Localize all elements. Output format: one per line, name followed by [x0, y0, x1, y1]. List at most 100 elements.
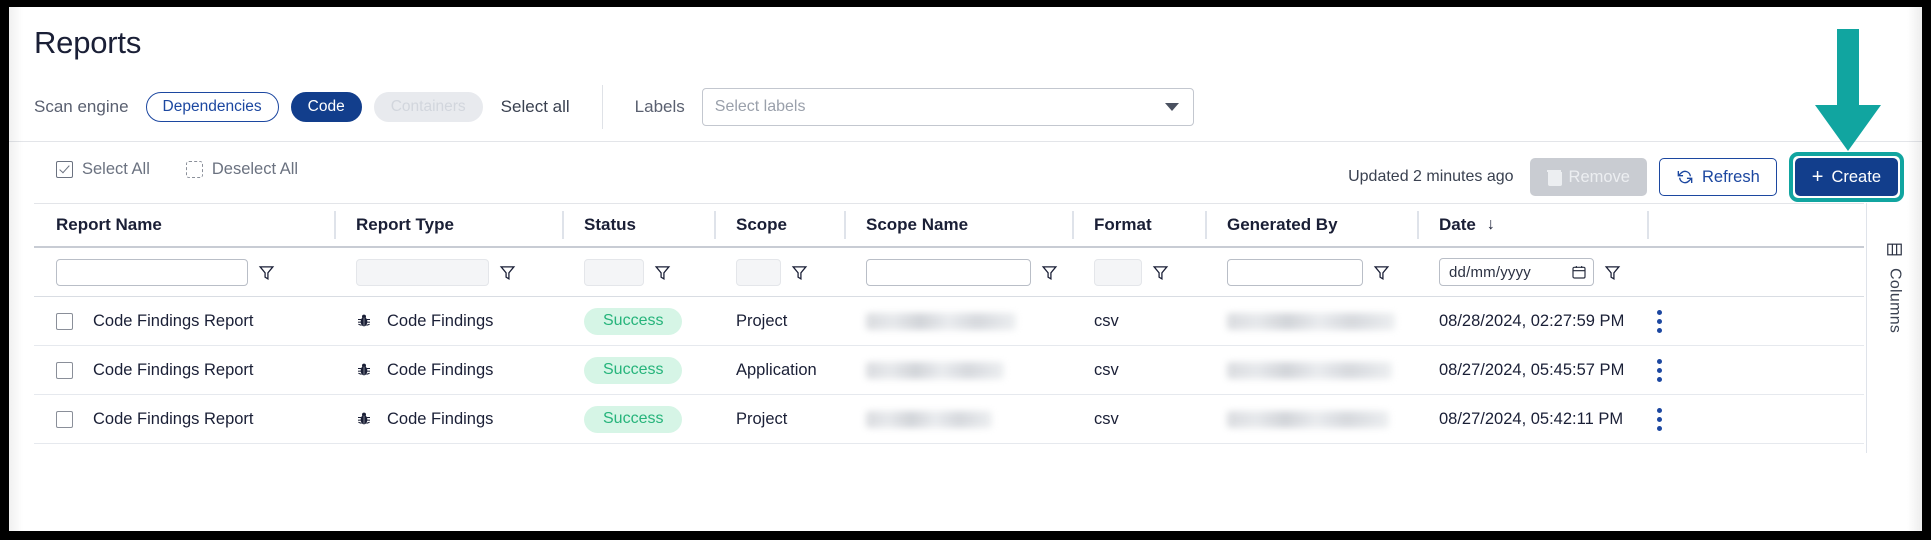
row-checkbox[interactable]	[56, 313, 73, 330]
select-all-button[interactable]: Select All	[56, 160, 150, 179]
scan-engine-label: Scan engine	[34, 97, 129, 117]
filter-cell-scope-name	[844, 248, 1072, 296]
filter-cell-format	[1072, 248, 1205, 296]
toolbar-actions: Updated 2 minutes ago Remove Refresh + C…	[1348, 152, 1904, 202]
filter-input-format[interactable]	[1094, 259, 1142, 286]
filter-cell-actions	[1647, 248, 1692, 296]
redacted-generated-by	[1227, 411, 1389, 428]
format-text: csv	[1094, 361, 1119, 380]
cell-actions	[1647, 297, 1692, 345]
cell-scope-name	[844, 346, 1072, 394]
pill-containers: Containers	[374, 92, 483, 122]
cell-status: Success	[562, 395, 714, 443]
cell-date: 08/27/2024, 05:45:57 PM	[1417, 346, 1647, 394]
create-button-highlight: + Create	[1789, 152, 1904, 202]
row-checkbox[interactable]	[56, 362, 73, 379]
date-placeholder: dd/mm/yyyy	[1449, 264, 1531, 281]
remove-label: Remove	[1569, 168, 1630, 187]
table-row[interactable]: Code Findings ReportCode FindingsSuccess…	[34, 395, 1864, 444]
funnel-icon[interactable]	[1152, 264, 1169, 281]
cell-generated-by	[1205, 395, 1417, 443]
funnel-icon[interactable]	[1041, 264, 1058, 281]
filter-cell-status	[562, 248, 714, 296]
row-checkbox[interactable]	[56, 411, 73, 428]
arrow-down-icon: ↓	[1487, 216, 1495, 234]
chevron-down-icon	[1165, 103, 1179, 111]
date-text: 08/28/2024, 02:27:59 PM	[1439, 312, 1624, 331]
col-header-generated-by[interactable]: Generated By	[1205, 204, 1417, 246]
status-badge: Success	[584, 357, 682, 384]
scope-text: Project	[736, 312, 787, 331]
frame-edge-top	[0, 0, 1931, 7]
funnel-icon[interactable]	[791, 264, 808, 281]
col-header-date[interactable]: Date ↓	[1417, 204, 1647, 246]
cell-date: 08/27/2024, 05:42:11 PM	[1417, 395, 1647, 443]
refresh-button[interactable]: Refresh	[1659, 158, 1777, 196]
cell-format: csv	[1072, 346, 1205, 394]
col-header-date-label: Date	[1439, 215, 1476, 235]
col-header-scope[interactable]: Scope	[714, 204, 844, 246]
filter-input-scope[interactable]	[736, 259, 781, 286]
status-badge: Success	[584, 406, 682, 433]
date-text: 08/27/2024, 05:42:11 PM	[1439, 410, 1623, 429]
header-divider	[602, 85, 603, 129]
scan-engine-filter-row: Scan engine Dependencies Code Containers…	[34, 85, 1194, 129]
frame-edge-right	[1922, 0, 1931, 540]
funnel-icon[interactable]	[1604, 264, 1621, 281]
kebab-menu-icon[interactable]	[1657, 359, 1662, 382]
cell-actions	[1647, 395, 1692, 443]
col-header-report-name[interactable]: Report Name	[34, 204, 334, 246]
filter-input-report-name[interactable]	[56, 259, 248, 286]
table-row[interactable]: Code Findings ReportCode FindingsSuccess…	[34, 297, 1864, 346]
filter-input-generated-by[interactable]	[1227, 259, 1363, 286]
col-header-scope-name[interactable]: Scope Name	[844, 204, 1072, 246]
scope-text: Project	[736, 410, 787, 429]
calendar-icon[interactable]	[1571, 264, 1587, 280]
deselect-all-button[interactable]: Deselect All	[186, 160, 298, 179]
cell-scope: Project	[714, 297, 844, 345]
col-header-status[interactable]: Status	[562, 204, 714, 246]
redacted-scope-name	[866, 411, 992, 428]
labels-select[interactable]: Select labels	[702, 88, 1194, 126]
format-text: csv	[1094, 410, 1119, 429]
funnel-icon[interactable]	[1373, 264, 1390, 281]
selection-controls: Select All Deselect All	[56, 160, 298, 179]
labels-label: Labels	[635, 97, 685, 117]
pill-code[interactable]: Code	[291, 92, 362, 122]
labels-placeholder: Select labels	[715, 98, 806, 116]
filter-input-report-type[interactable]	[356, 259, 489, 286]
kebab-menu-icon[interactable]	[1657, 310, 1662, 333]
cell-scope: Application	[714, 346, 844, 394]
filter-cell-scope	[714, 248, 844, 296]
filter-cell-generated-by	[1205, 248, 1417, 296]
format-text: csv	[1094, 312, 1119, 331]
funnel-icon[interactable]	[499, 264, 516, 281]
cell-report-type: Code Findings	[334, 346, 562, 394]
col-header-actions	[1647, 204, 1692, 246]
filter-input-scope-name[interactable]	[866, 259, 1031, 286]
redacted-generated-by	[1227, 313, 1395, 330]
select-all-engines-link[interactable]: Select all	[501, 97, 570, 117]
table-row[interactable]: Code Findings ReportCode FindingsSuccess…	[34, 346, 1864, 395]
bug-icon	[356, 411, 372, 427]
columns-side-tab[interactable]: Columns	[1866, 203, 1922, 453]
report-name-text: Code Findings Report	[93, 410, 254, 429]
filter-input-date[interactable]: dd/mm/yyyy	[1439, 258, 1594, 286]
funnel-icon[interactable]	[258, 264, 275, 281]
cell-date: 08/28/2024, 02:27:59 PM	[1417, 297, 1647, 345]
cell-generated-by	[1205, 297, 1417, 345]
kebab-menu-icon[interactable]	[1657, 408, 1662, 431]
checkbox-checked-icon	[56, 161, 73, 178]
cell-generated-by	[1205, 346, 1417, 394]
col-header-format[interactable]: Format	[1072, 204, 1205, 246]
filter-input-status[interactable]	[584, 259, 644, 286]
funnel-icon[interactable]	[654, 264, 671, 281]
page-title: Reports	[34, 25, 141, 61]
frame-edge-left	[0, 0, 9, 540]
create-button[interactable]: + Create	[1795, 158, 1898, 196]
trash-icon	[1547, 169, 1561, 185]
pill-dependencies[interactable]: Dependencies	[146, 92, 279, 122]
table-filter-row: dd/mm/yyyy	[34, 248, 1864, 297]
table-header-row: Report Name Report Type Status Scope Sco…	[34, 204, 1864, 248]
col-header-report-type[interactable]: Report Type	[334, 204, 562, 246]
